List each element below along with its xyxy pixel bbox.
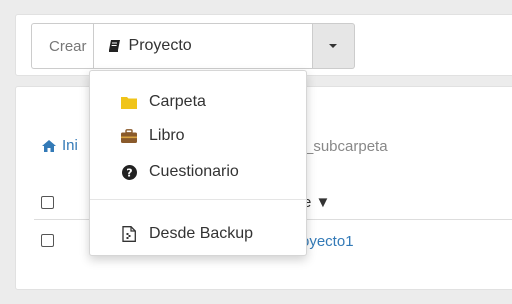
menu-item-carpeta[interactable]: Carpeta (90, 87, 306, 117)
select-all-checkbox[interactable] (41, 196, 54, 209)
crear-label: Crear (31, 23, 93, 69)
crear-input-group: Crear Proyecto (31, 23, 355, 69)
menu-item-desde-backup[interactable]: Desde Backup (90, 219, 306, 249)
row-checkbox[interactable] (41, 234, 54, 247)
folder-icon (120, 93, 138, 111)
briefcase-icon (120, 127, 138, 145)
menu-divider (90, 199, 306, 200)
menu-item-libro[interactable]: Libro (90, 121, 306, 151)
caret-down-icon (329, 44, 338, 48)
crear-type-select[interactable]: Proyecto (92, 23, 313, 69)
menu-item-cuestionario[interactable]: ? Cuestionario (90, 157, 306, 187)
breadcrumb-current: _subcarpeta (305, 138, 388, 155)
breadcrumb-home-label: Ini (62, 137, 78, 154)
toolbar-panel: Crear Proyecto (15, 14, 512, 76)
name-column-header[interactable]: e ▼ (303, 194, 330, 211)
breadcrumb-home[interactable]: Ini (42, 137, 78, 154)
menu-item-label: Desde Backup (149, 225, 254, 242)
crear-dropdown-toggle[interactable] (312, 23, 355, 69)
menu-item-label: Cuestionario (149, 163, 239, 180)
file-backup-icon (120, 225, 138, 243)
book-icon (108, 40, 120, 52)
svg-text:?: ? (126, 166, 132, 179)
crear-dropdown-menu: Carpeta Libro ? Cuestionario Desde Backu… (89, 70, 307, 256)
home-icon (42, 139, 56, 152)
menu-item-label: Libro (149, 127, 185, 144)
crear-selected-label: Proyecto (128, 37, 192, 54)
menu-item-label: Carpeta (149, 93, 206, 110)
question-circle-icon: ? (120, 163, 138, 181)
